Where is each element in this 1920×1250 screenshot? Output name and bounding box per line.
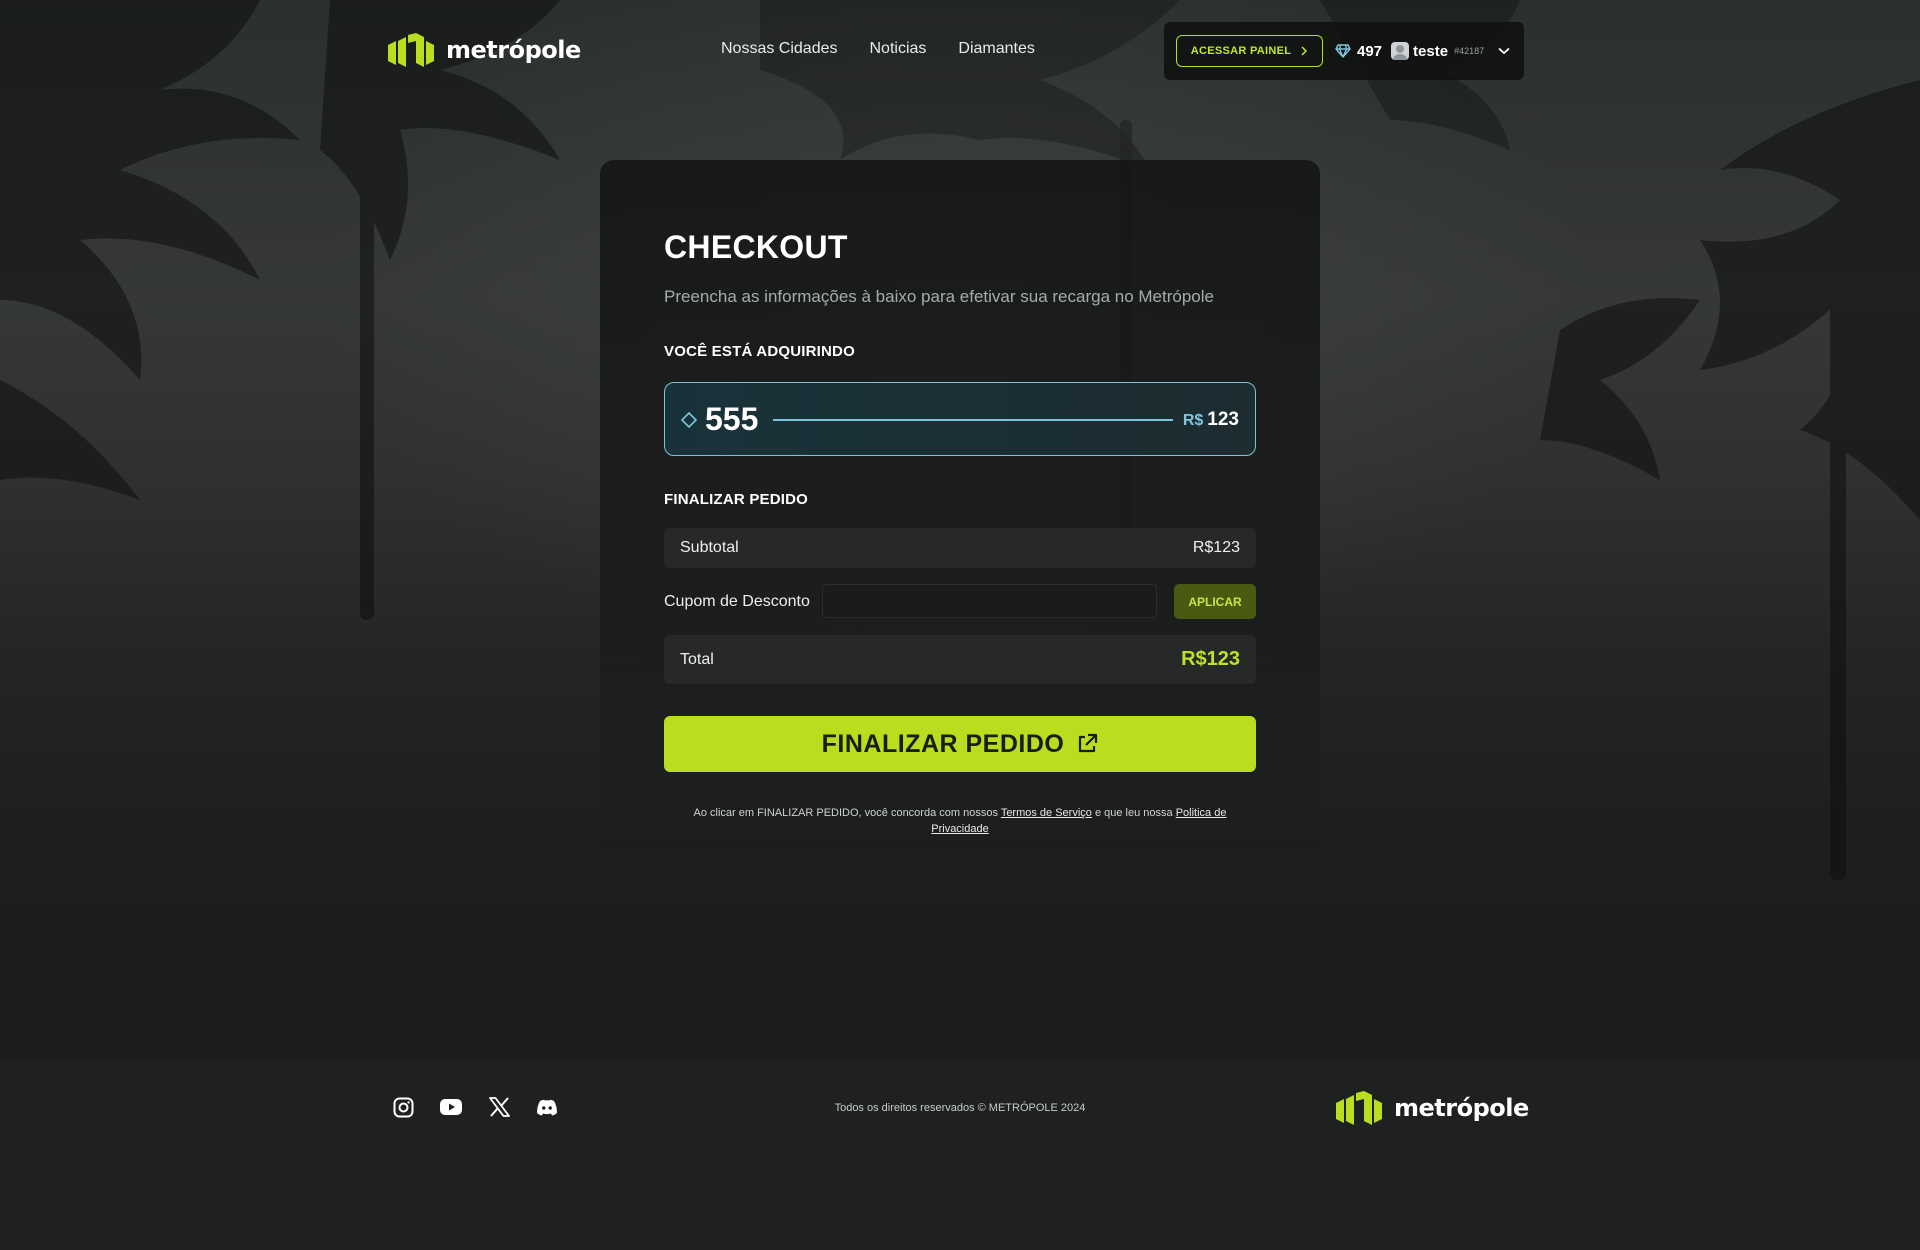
subtotal-value: R$123 bbox=[1192, 539, 1240, 556]
header: metrópole Nossas Cidades Noticias Diaman… bbox=[0, 0, 1920, 100]
acessar-painel-label: ACESSAR PAINEL bbox=[1190, 45, 1292, 57]
total-value: R$123 bbox=[1181, 648, 1240, 670]
product-divider-line bbox=[773, 419, 1173, 421]
subtotal-label: Subtotal bbox=[680, 539, 739, 556]
chevron-down-icon[interactable] bbox=[1498, 47, 1510, 55]
chevron-right-icon bbox=[1301, 46, 1308, 56]
header-logo[interactable]: metrópole bbox=[388, 33, 581, 67]
acessar-painel-button[interactable]: ACESSAR PAINEL bbox=[1176, 35, 1323, 67]
user-panel: ACESSAR PAINEL 497 teste #42187 bbox=[1164, 22, 1524, 80]
username: teste bbox=[1413, 42, 1449, 60]
brand-wordmark: metrópole bbox=[446, 36, 581, 64]
terms-middle: e que leu nossa bbox=[1091, 807, 1176, 819]
page-title: CHECKOUT bbox=[664, 229, 848, 265]
user-info[interactable]: teste #42187 bbox=[1391, 42, 1484, 60]
finalize-order-label: FINALIZAR PEDIDO bbox=[821, 729, 1065, 758]
terms-notice: Ao clicar em FINALIZAR PEDIDO, você conc… bbox=[670, 805, 1250, 837]
avatar bbox=[1391, 42, 1410, 60]
subtotal-row: Subtotal R$123 bbox=[664, 528, 1256, 568]
product-price: R$ 123 bbox=[1183, 409, 1239, 431]
diamond-outline-icon bbox=[681, 412, 697, 428]
metropole-logo-icon bbox=[388, 33, 434, 67]
nav-noticias[interactable]: Noticias bbox=[870, 40, 927, 58]
copyright-text: Todos os direitos reservados © METRÓPOLE… bbox=[834, 1102, 1086, 1114]
coupon-label: Cupom de Desconto bbox=[664, 593, 810, 610]
total-label: Total bbox=[680, 650, 714, 668]
main-nav: Nossas Cidades Noticias Diamantes bbox=[721, 40, 1035, 58]
product-summary: 555 R$ 123 bbox=[664, 382, 1256, 456]
diamond-count-value: 497 bbox=[1357, 42, 1383, 60]
finalize-section-label: FINALIZAR PEDIDO bbox=[664, 491, 809, 508]
product-price-value: 123 bbox=[1207, 409, 1239, 430]
nav-diamantes[interactable]: Diamantes bbox=[958, 40, 1034, 58]
coupon-input[interactable] bbox=[822, 584, 1157, 618]
metropole-logo-icon bbox=[1336, 1091, 1382, 1125]
total-row: Total R$123 bbox=[664, 635, 1256, 684]
external-link-icon bbox=[1079, 733, 1098, 753]
footer-brand-wordmark: metrópole bbox=[1394, 1094, 1529, 1122]
user-id: #42187 bbox=[1454, 46, 1485, 56]
acquiring-label: VOCÊ ESTÁ ADQUIRINDO bbox=[664, 343, 855, 360]
footer: Todos os direitos reservados © METRÓPOLE… bbox=[0, 1060, 1920, 1250]
page-subtitle: Preencha as informações à baixo para efe… bbox=[664, 287, 1214, 306]
nav-nossas-cidades[interactable]: Nossas Cidades bbox=[721, 40, 838, 58]
apply-coupon-button[interactable]: APLICAR bbox=[1174, 584, 1256, 619]
product-quantity: 555 bbox=[705, 401, 759, 437]
product-currency: R$ bbox=[1182, 412, 1204, 429]
footer-logo[interactable]: metrópole bbox=[1336, 1091, 1529, 1125]
terms-prefix: Ao clicar em FINALIZAR PEDIDO, você conc… bbox=[693, 807, 1001, 819]
finalize-order-button[interactable]: FINALIZAR PEDIDO bbox=[664, 716, 1256, 772]
diamond-balance: 497 bbox=[1335, 43, 1382, 60]
terms-of-service-link[interactable]: Termos de Serviço bbox=[1001, 807, 1092, 819]
diamond-icon bbox=[1335, 44, 1351, 58]
